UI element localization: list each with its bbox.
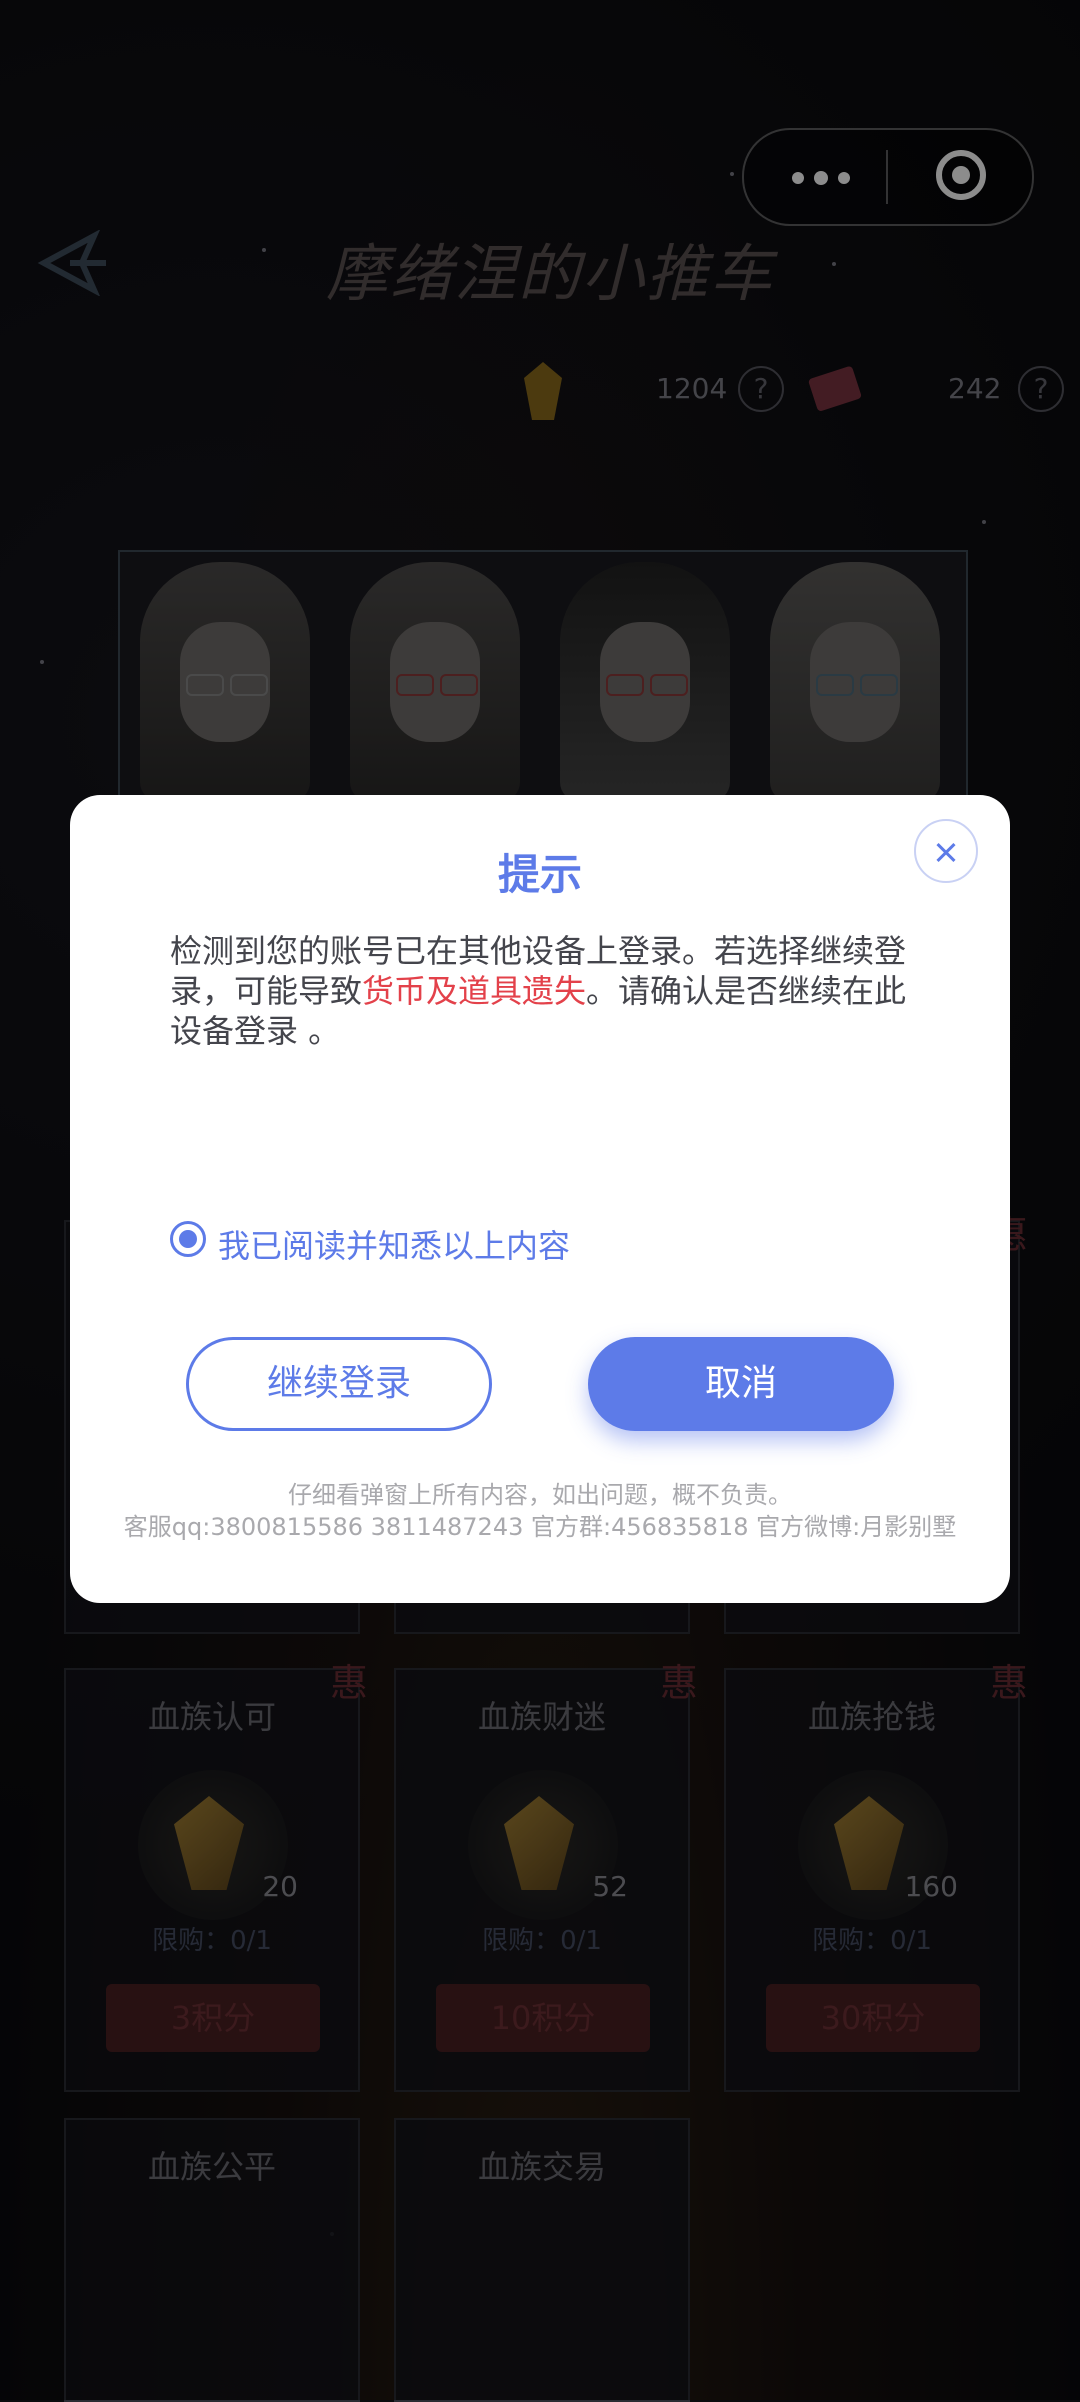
checked-radio-icon[interactable] (170, 1221, 206, 1257)
close-icon[interactable] (914, 819, 978, 883)
acknowledge-label[interactable]: 我已阅读并知悉以上内容 (218, 1221, 570, 1267)
dialog-title: 提示 (497, 850, 582, 899)
continue-login-button[interactable]: 继续登录 (186, 1337, 492, 1431)
login-warning-dialog: 提示 检测到您的账号已在其他设备上登录。若选择继续登录，可能导致货币及道具遗失。… (70, 795, 1010, 1603)
disclaimer-text: 仔细看弹窗上所有内容，如出问题，概不负责。 (288, 1481, 792, 1509)
contact-info: 客服qq:3800815586 3811487243 官方群:456835818… (123, 1513, 957, 1541)
dialog-message: 检测到您的账号已在其他设备上登录。若选择继续登录，可能导致货币及道具遗失。请确认… (170, 931, 910, 1051)
cancel-button[interactable]: 取消 (588, 1337, 894, 1431)
dialog-warning-text: 货币及道具遗失 (362, 972, 587, 1010)
